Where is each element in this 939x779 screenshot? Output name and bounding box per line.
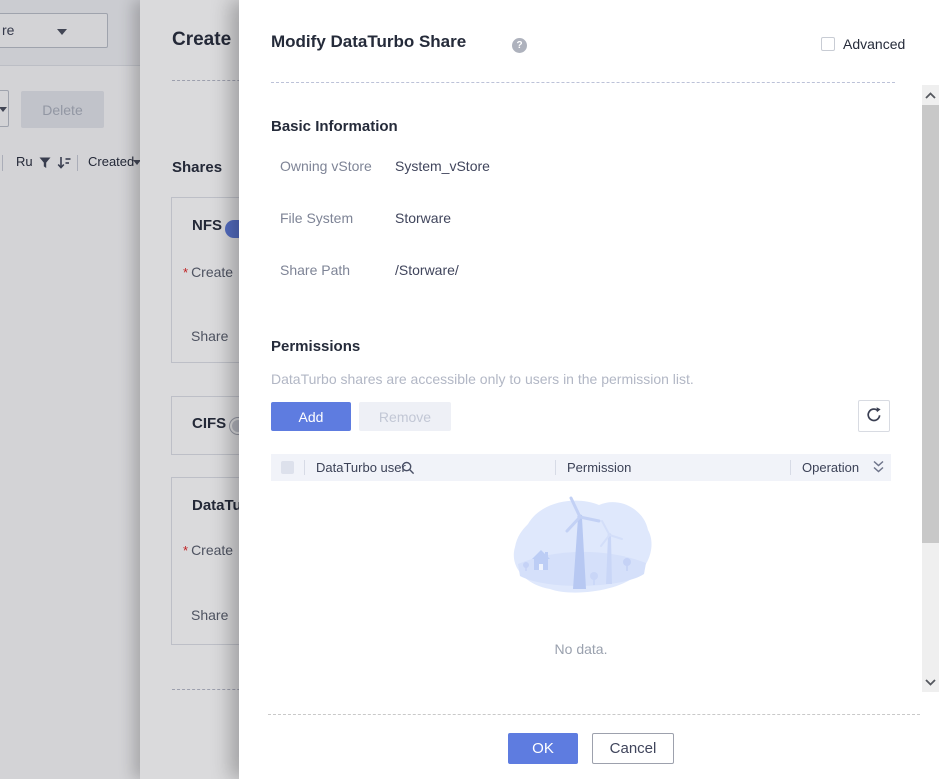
file-system-label: File System (280, 210, 353, 226)
permissions-table-header: DataTurbo user Permission Operation (271, 454, 891, 481)
screen: re Delete Ru Created Create (0, 0, 939, 779)
cancel-button[interactable]: Cancel (592, 733, 674, 764)
share-path-label: Share Path (280, 262, 350, 278)
owning-vstore-label: Owning vStore (280, 158, 372, 174)
help-icon[interactable]: ? (512, 38, 527, 53)
column-divider (555, 460, 556, 475)
no-data-illustration (506, 492, 656, 610)
scroll-up-button[interactable] (922, 85, 939, 105)
dialog-title: Modify DataTurbo Share (271, 32, 466, 52)
footer-divider (268, 714, 920, 715)
refresh-button[interactable] (858, 400, 890, 432)
add-button[interactable]: Add (271, 402, 351, 431)
basic-information-heading: Basic Information (271, 118, 398, 135)
no-data-text: No data. (271, 641, 891, 657)
refresh-icon (865, 406, 883, 424)
scrollbar[interactable] (922, 85, 939, 692)
advanced-label[interactable]: Advanced (843, 36, 905, 52)
modify-dataturbo-share-dialog: Modify DataTurbo Share ? Advanced Basic … (239, 0, 939, 779)
file-system-value: Storware (395, 210, 451, 226)
advanced-checkbox[interactable] (821, 37, 835, 51)
ok-button[interactable]: OK (508, 733, 578, 764)
scroll-up-icon (925, 92, 936, 99)
header-divider (271, 82, 895, 83)
scroll-down-button[interactable] (922, 672, 939, 692)
search-icon[interactable] (401, 461, 415, 475)
column-divider (304, 460, 305, 475)
double-chevron-down-icon[interactable] (872, 460, 885, 475)
empty-state: No data. (271, 492, 891, 657)
select-all-checkbox[interactable] (281, 461, 294, 474)
remove-button[interactable]: Remove (359, 402, 451, 431)
scrollbar-thumb[interactable] (922, 105, 939, 543)
permissions-heading: Permissions (271, 338, 360, 355)
permissions-description: DataTurbo shares are accessible only to … (271, 371, 694, 387)
column-dataturbo-user: DataTurbo user (316, 460, 406, 475)
owning-vstore-value: System_vStore (395, 158, 490, 174)
share-path-value: /Storware/ (395, 262, 459, 278)
scroll-down-icon (925, 679, 936, 686)
column-divider (790, 460, 791, 475)
column-permission: Permission (567, 460, 631, 475)
column-operation: Operation (802, 460, 859, 475)
